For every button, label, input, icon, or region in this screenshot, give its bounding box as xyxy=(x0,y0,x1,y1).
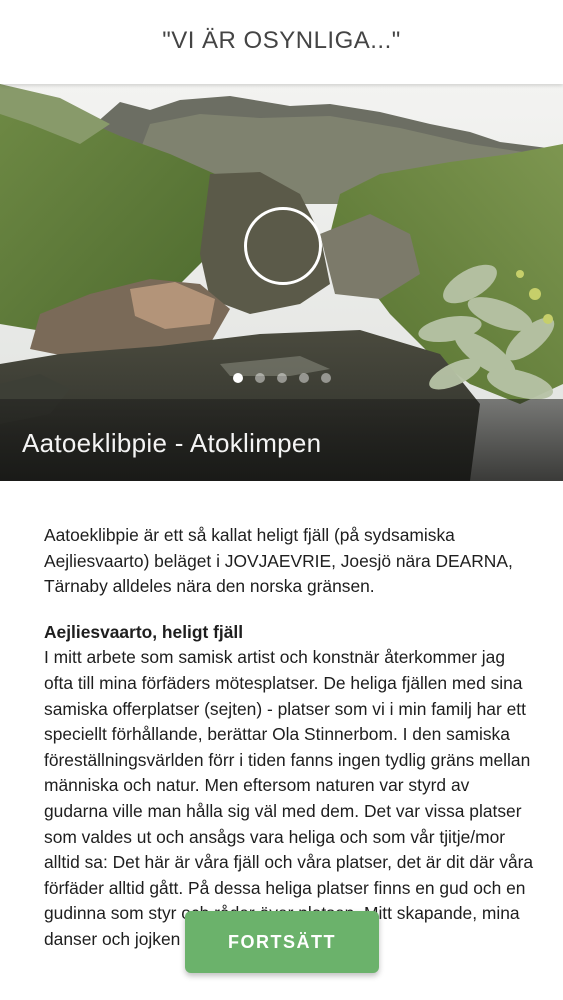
carousel-pager xyxy=(0,373,563,383)
continue-button[interactable]: FORTSÄTT xyxy=(185,911,379,973)
media-ring-icon[interactable] xyxy=(244,207,322,285)
article-section: Aejliesvaarto, heligt fjäll I mitt arbet… xyxy=(44,620,534,953)
section-body: I mitt arbete som samisk artist och kons… xyxy=(44,647,534,949)
app-header: "VI ÄR OSYNLIGA..." xyxy=(0,0,563,84)
pager-dot-1[interactable] xyxy=(232,373,243,383)
section-heading: Aejliesvaarto, heligt fjäll xyxy=(44,621,244,642)
pager-dot-3[interactable] xyxy=(276,373,287,383)
article-intro: Aatoeklibpie är ett så kallat heligt fjä… xyxy=(44,525,513,597)
hero-title: Aatoeklibpie - Atoklimpen xyxy=(22,428,322,458)
hero-caption-bar: Aatoeklibpie - Atoklimpen xyxy=(0,399,563,481)
pager-dot-4[interactable] xyxy=(298,373,309,383)
article-content: Aatoeklibpie är ett så kallat heligt fjä… xyxy=(44,523,534,973)
pager-dot-5[interactable] xyxy=(320,373,331,383)
hero-image-carousel[interactable]: Aatoeklibpie - Atoklimpen xyxy=(0,84,563,481)
page-title: "VI ÄR OSYNLIGA..." xyxy=(162,27,401,54)
pager-dot-2[interactable] xyxy=(254,373,265,383)
